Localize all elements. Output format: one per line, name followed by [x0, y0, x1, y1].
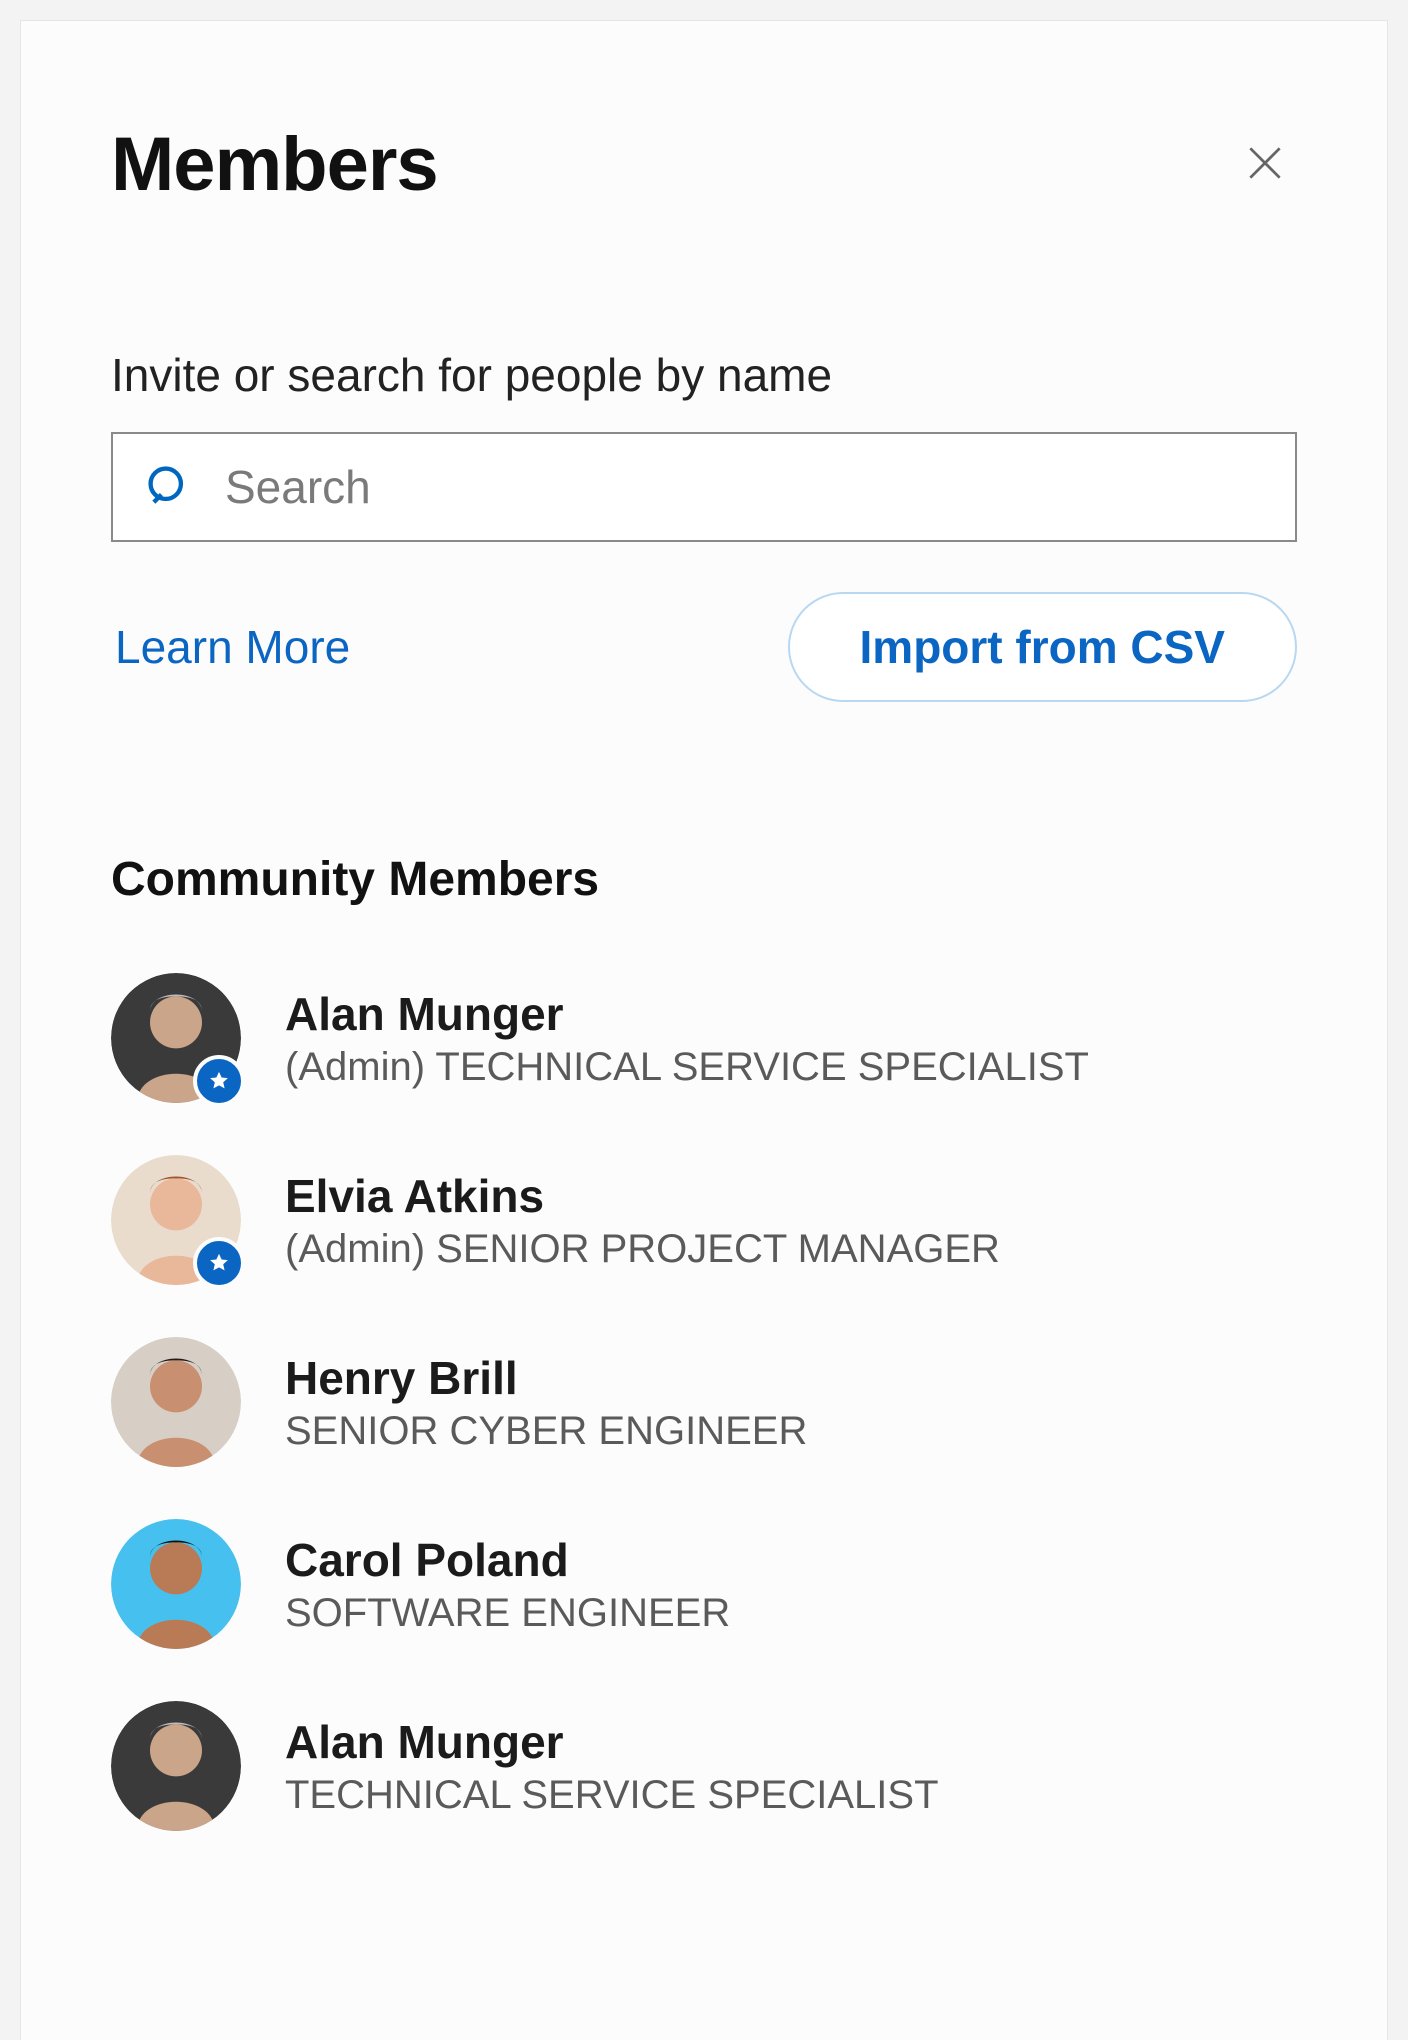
member-row[interactable]: Alan Munger TECHNICAL SERVICE SPECIALIST [111, 1675, 1297, 1857]
search-box[interactable] [111, 432, 1297, 542]
members-panel: Members Invite or search for people by n… [20, 20, 1388, 2040]
avatar-wrap [111, 1337, 241, 1467]
avatar [111, 1701, 241, 1831]
star-icon [208, 1252, 230, 1274]
close-icon [1243, 141, 1287, 185]
member-text: Elvia Atkins (Admin) SENIOR PROJECT MANA… [285, 1169, 1000, 1272]
member-row[interactable]: Alan Munger (Admin) TECHNICAL SERVICE SP… [111, 947, 1297, 1129]
invite-label: Invite or search for people by name [111, 348, 1297, 402]
member-name: Alan Munger [285, 987, 1089, 1041]
member-name: Henry Brill [285, 1351, 807, 1405]
learn-more-link[interactable]: Learn More [111, 610, 354, 684]
actions-row: Learn More Import from CSV [111, 592, 1297, 702]
member-row[interactable]: Henry Brill SENIOR CYBER ENGINEER [111, 1311, 1297, 1493]
member-text: Alan Munger (Admin) TECHNICAL SERVICE SP… [285, 987, 1089, 1090]
admin-badge [193, 1237, 245, 1289]
close-button[interactable] [1233, 131, 1297, 195]
member-subtitle: TECHNICAL SERVICE SPECIALIST [285, 1773, 939, 1818]
member-row[interactable]: Carol Poland SOFTWARE ENGINEER [111, 1493, 1297, 1675]
member-subtitle: (Admin) SENIOR PROJECT MANAGER [285, 1227, 1000, 1272]
member-text: Henry Brill SENIOR CYBER ENGINEER [285, 1351, 807, 1454]
member-subtitle: (Admin) TECHNICAL SERVICE SPECIALIST [285, 1045, 1089, 1090]
members-list: Alan Munger (Admin) TECHNICAL SERVICE SP… [111, 947, 1297, 1857]
member-name: Alan Munger [285, 1715, 939, 1769]
member-subtitle: SOFTWARE ENGINEER [285, 1591, 730, 1636]
import-csv-button[interactable]: Import from CSV [788, 592, 1297, 702]
avatar [111, 1337, 241, 1467]
panel-title: Members [111, 121, 438, 208]
member-text: Carol Poland SOFTWARE ENGINEER [285, 1533, 730, 1636]
avatar-wrap [111, 973, 241, 1103]
avatar [111, 1519, 241, 1649]
member-subtitle: SENIOR CYBER ENGINEER [285, 1409, 807, 1454]
section-title: Community Members [111, 852, 1297, 907]
avatar-wrap [111, 1155, 241, 1285]
avatar-wrap [111, 1701, 241, 1831]
member-name: Elvia Atkins [285, 1169, 1000, 1223]
star-icon [208, 1070, 230, 1092]
avatar-wrap [111, 1519, 241, 1649]
search-icon [143, 461, 195, 513]
search-input[interactable] [223, 459, 1265, 515]
member-name: Carol Poland [285, 1533, 730, 1587]
member-text: Alan Munger TECHNICAL SERVICE SPECIALIST [285, 1715, 939, 1818]
admin-badge [193, 1055, 245, 1107]
member-row[interactable]: Elvia Atkins (Admin) SENIOR PROJECT MANA… [111, 1129, 1297, 1311]
panel-header: Members [111, 121, 1297, 208]
